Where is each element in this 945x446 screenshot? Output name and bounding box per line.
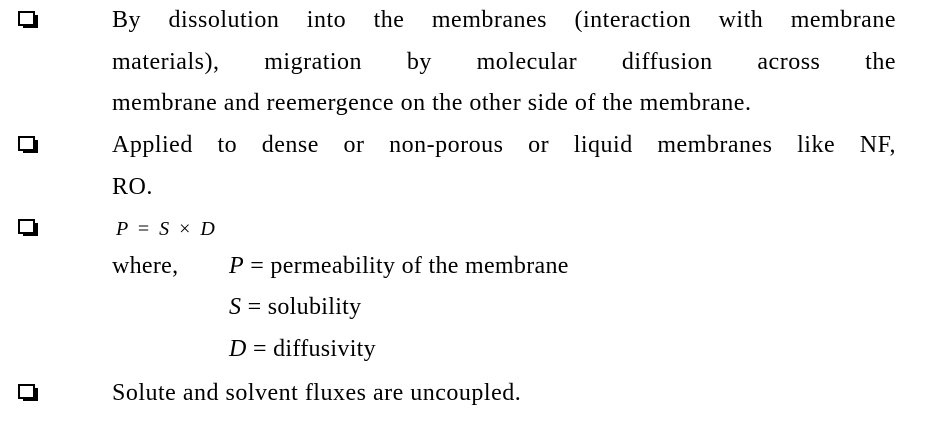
definition-symbol: D: [229, 336, 247, 362]
checkbox-bullet-icon: [18, 136, 40, 154]
checkbox-bullet-icon: [18, 219, 40, 237]
paragraph-line: materials), migration by molecular diffu…: [112, 48, 896, 75]
paragraph-line: Applied to dense or non-porous or liquid…: [112, 132, 896, 158]
definition-permeability: P = permeability of the membrane: [229, 253, 569, 280]
formula-symbol-p: P: [116, 218, 129, 240]
definition-text: = solubility: [241, 294, 362, 320]
paragraph-line: Solute and solvent fluxes are uncoupled.: [112, 380, 522, 406]
definition-diffusivity: D = diffusivity: [229, 336, 376, 363]
definition-symbol: S: [229, 294, 242, 320]
document-page: By dissolution into the membranes (inter…: [0, 0, 945, 446]
formula-symbol-d: D: [200, 218, 216, 240]
paragraph-line: membrane and reemergence on the other si…: [112, 90, 752, 116]
permeability-formula: P = S × D: [116, 218, 215, 241]
bullet-item-dissolution: By dissolution into the membranes (inter…: [112, 0, 896, 125]
definition-solubility: S = solubility: [229, 294, 361, 321]
bullet-item-applied-to: Applied to dense or non-porous or liquid…: [112, 125, 896, 208]
definition-text: = permeability of the membrane: [243, 253, 569, 279]
checkbox-bullet-icon: [18, 11, 40, 29]
formula-symbol-s: S: [159, 218, 170, 240]
where-label: where,: [112, 253, 179, 279]
checkbox-bullet-icon: [18, 384, 40, 402]
definition-text: = diffusivity: [246, 336, 376, 362]
paragraph-line: RO.: [112, 173, 153, 200]
formula-times: ×: [179, 218, 191, 240]
definition-symbol: P: [229, 253, 244, 279]
paragraph-line: By dissolution into the membranes (inter…: [112, 7, 896, 33]
bullet-item-uncoupled: Solute and solvent fluxes are uncoupled.: [112, 373, 896, 415]
formula-equals: =: [137, 218, 150, 240]
